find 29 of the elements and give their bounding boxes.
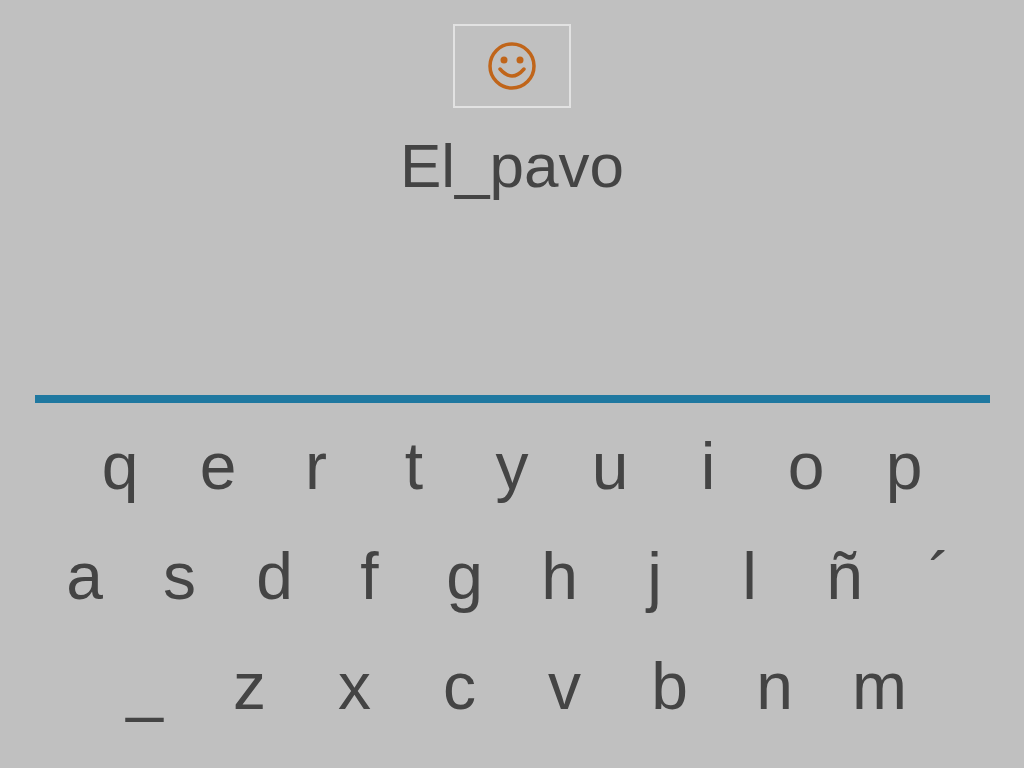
letter-key[interactable]: h (512, 536, 607, 616)
letter-key[interactable]: s (132, 536, 227, 616)
letter-key[interactable]: x (302, 646, 407, 726)
letter-key[interactable]: ´ (892, 536, 987, 616)
letter-key[interactable]: b (617, 646, 722, 726)
smiley-icon (487, 41, 537, 91)
letter-key[interactable]: c (407, 646, 512, 726)
letter-key[interactable]: d (227, 536, 322, 616)
letter-key[interactable]: n (722, 646, 827, 726)
letter-key[interactable]: e (169, 426, 267, 506)
letter-key[interactable]: z (197, 646, 302, 726)
letter-key[interactable]: ñ (797, 536, 892, 616)
letter-key[interactable]: f (322, 536, 417, 616)
letter-key[interactable]: j (607, 536, 702, 616)
letter-key[interactable]: y (463, 426, 561, 506)
letter-key[interactable]: p (855, 426, 953, 506)
letter-key[interactable]: q (71, 426, 169, 506)
word-text: El_pavo (399, 130, 625, 202)
letter-key[interactable]: g (417, 536, 512, 616)
letter-key[interactable]: a (37, 536, 132, 616)
letter-key[interactable]: _ (92, 646, 197, 726)
letter-key[interactable]: l (702, 536, 797, 616)
letter-key[interactable]: t (365, 426, 463, 506)
letter-key[interactable]: o (757, 426, 855, 506)
letter-key[interactable]: v (512, 646, 617, 726)
letter-key[interactable]: i (659, 426, 757, 506)
letter-key[interactable]: u (561, 426, 659, 506)
letter-key[interactable]: r (267, 426, 365, 506)
letter-key[interactable]: m (827, 646, 932, 726)
